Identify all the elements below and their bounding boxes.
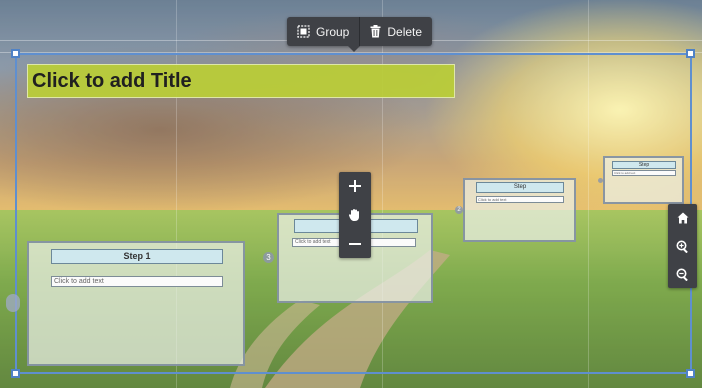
- selection-toolbar: Group Delete: [287, 17, 433, 52]
- presentation-canvas[interactable]: Click to add Title Step 1 Click to add t…: [0, 0, 702, 388]
- zoom-out-icon: [676, 268, 688, 281]
- hand-icon: [348, 208, 359, 221]
- resize-handle-bottom-right[interactable]: [686, 369, 695, 378]
- resize-handle-bottom-left[interactable]: [11, 369, 20, 378]
- minus-icon: [349, 242, 361, 245]
- navigation-controls: [668, 204, 697, 288]
- zoom-minus-button[interactable]: [339, 229, 371, 258]
- trash-icon: [370, 25, 381, 38]
- plus-icon: [349, 180, 361, 192]
- pan-hand-button[interactable]: [339, 200, 371, 229]
- home-icon: [677, 212, 688, 224]
- delete-button[interactable]: Delete: [359, 17, 432, 46]
- resize-handle-top-right[interactable]: [686, 49, 695, 58]
- group-button[interactable]: Group: [287, 17, 359, 46]
- delete-button-label: Delete: [387, 24, 423, 39]
- zoom-out-button[interactable]: [668, 260, 697, 288]
- home-button[interactable]: [668, 204, 697, 232]
- toolbar-pointer: [348, 46, 360, 52]
- group-button-label: Group: [316, 24, 350, 39]
- zoom-in-button[interactable]: [668, 232, 697, 260]
- zoom-plus-button[interactable]: [339, 172, 371, 200]
- resize-handle-top-left[interactable]: [11, 49, 20, 58]
- group-icon: [297, 25, 310, 38]
- side-grip-handle[interactable]: [6, 294, 20, 312]
- zoom-controls: [339, 172, 371, 258]
- zoom-in-icon: [676, 240, 688, 253]
